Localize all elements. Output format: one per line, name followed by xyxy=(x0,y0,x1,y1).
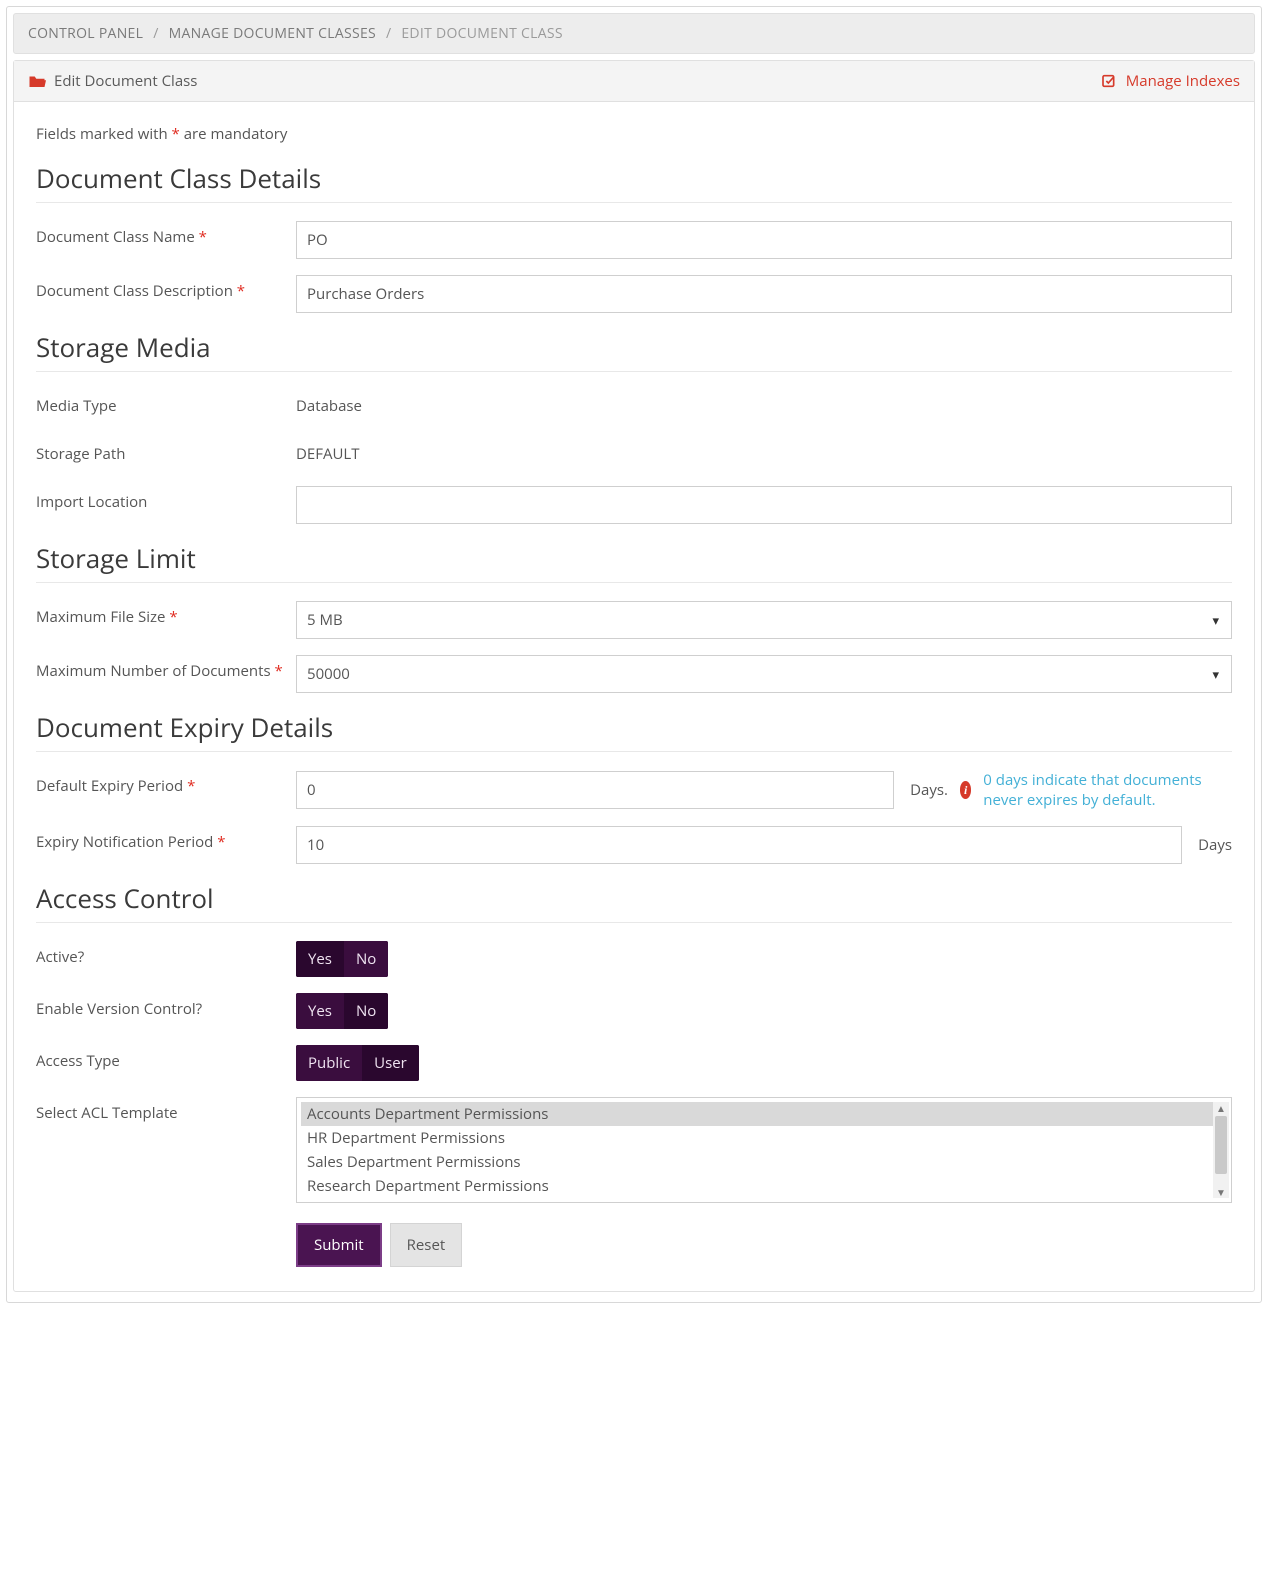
expiry-hint: 0 days indicate that documents never exp… xyxy=(983,770,1232,810)
breadcrumb-manage-doc-classes[interactable]: MANAGE DOCUMENT CLASSES xyxy=(169,24,376,43)
acl-option[interactable]: Sales Department Permissions xyxy=(301,1150,1227,1174)
panel-title: Edit Document Class xyxy=(54,71,197,91)
check-square-icon xyxy=(1100,73,1118,89)
days-suffix: Days xyxy=(1198,835,1232,855)
breadcrumb-sep: / xyxy=(153,24,158,43)
label-import-location: Import Location xyxy=(36,486,296,512)
scrollbar[interactable]: ▲ ▼ xyxy=(1213,1102,1229,1198)
storage-path-value: DEFAULT xyxy=(296,438,359,470)
max-file-size-select[interactable]: 5 MB xyxy=(296,601,1232,639)
label-version-control: Enable Version Control? xyxy=(36,993,296,1019)
section-expiry: Document Expiry Details xyxy=(36,709,1232,745)
label-active: Active? xyxy=(36,941,296,967)
breadcrumb-sep: / xyxy=(386,24,391,43)
breadcrumb-current: EDIT DOCUMENT CLASS xyxy=(401,24,563,43)
max-docs-select[interactable]: 50000 xyxy=(296,655,1232,693)
acl-option[interactable]: Research Department Permissions xyxy=(301,1174,1227,1198)
submit-button[interactable]: Submit xyxy=(296,1223,382,1267)
active-no-button[interactable]: No xyxy=(344,941,388,977)
expiry-notif-input[interactable] xyxy=(296,826,1182,864)
version-yes-button[interactable]: Yes xyxy=(296,993,344,1029)
active-yes-button[interactable]: Yes xyxy=(296,941,344,977)
access-type-toggle: Public User xyxy=(296,1045,419,1081)
label-expiry-notif: Expiry Notification Period * xyxy=(36,826,296,852)
folder-open-icon xyxy=(28,73,46,89)
media-type-value: Database xyxy=(296,390,362,422)
version-toggle: Yes No xyxy=(296,993,388,1029)
label-media-type: Media Type xyxy=(36,390,296,416)
class-name-input[interactable] xyxy=(296,221,1232,259)
section-storage-limit: Storage Limit xyxy=(36,540,1232,576)
label-class-name: Document Class Name * xyxy=(36,221,296,247)
default-expiry-input[interactable] xyxy=(296,771,894,809)
days-suffix: Days. xyxy=(910,780,948,800)
section-storage-media: Storage Media xyxy=(36,329,1232,365)
edit-panel: Edit Document Class Manage Indexes Field… xyxy=(13,60,1255,1292)
import-location-input[interactable] xyxy=(296,486,1232,524)
label-max-file-size: Maximum File Size * xyxy=(36,601,296,627)
scroll-down-icon[interactable]: ▼ xyxy=(1216,1186,1226,1198)
class-desc-input[interactable] xyxy=(296,275,1232,313)
section-details: Document Class Details xyxy=(36,160,1232,196)
manage-indexes-link[interactable]: Manage Indexes xyxy=(1126,71,1240,91)
label-default-expiry: Default Expiry Period * xyxy=(36,770,296,796)
section-access: Access Control xyxy=(36,880,1232,916)
breadcrumb: CONTROL PANEL / MANAGE DOCUMENT CLASSES … xyxy=(13,13,1255,54)
acl-option[interactable]: HR Department Permissions xyxy=(301,1126,1227,1150)
acl-template-listbox[interactable]: Accounts Department Permissions HR Depar… xyxy=(296,1097,1232,1203)
info-icon: i xyxy=(960,781,971,799)
label-acl-template: Select ACL Template xyxy=(36,1097,296,1123)
acl-option[interactable]: Accounts Department Permissions xyxy=(301,1102,1227,1126)
scroll-up-icon[interactable]: ▲ xyxy=(1216,1102,1226,1114)
scroll-thumb[interactable] xyxy=(1215,1116,1227,1174)
breadcrumb-control-panel[interactable]: CONTROL PANEL xyxy=(28,24,143,43)
label-storage-path: Storage Path xyxy=(36,438,296,464)
version-no-button[interactable]: No xyxy=(344,993,388,1029)
access-public-button[interactable]: Public xyxy=(296,1045,362,1081)
label-class-desc: Document Class Description * xyxy=(36,275,296,301)
access-user-button[interactable]: User xyxy=(362,1045,419,1081)
label-access-type: Access Type xyxy=(36,1045,296,1071)
label-max-docs: Maximum Number of Documents * xyxy=(36,655,296,681)
active-toggle: Yes No xyxy=(296,941,388,977)
mandatory-note: Fields marked with * are mandatory xyxy=(36,124,1232,144)
reset-button[interactable]: Reset xyxy=(390,1223,463,1267)
